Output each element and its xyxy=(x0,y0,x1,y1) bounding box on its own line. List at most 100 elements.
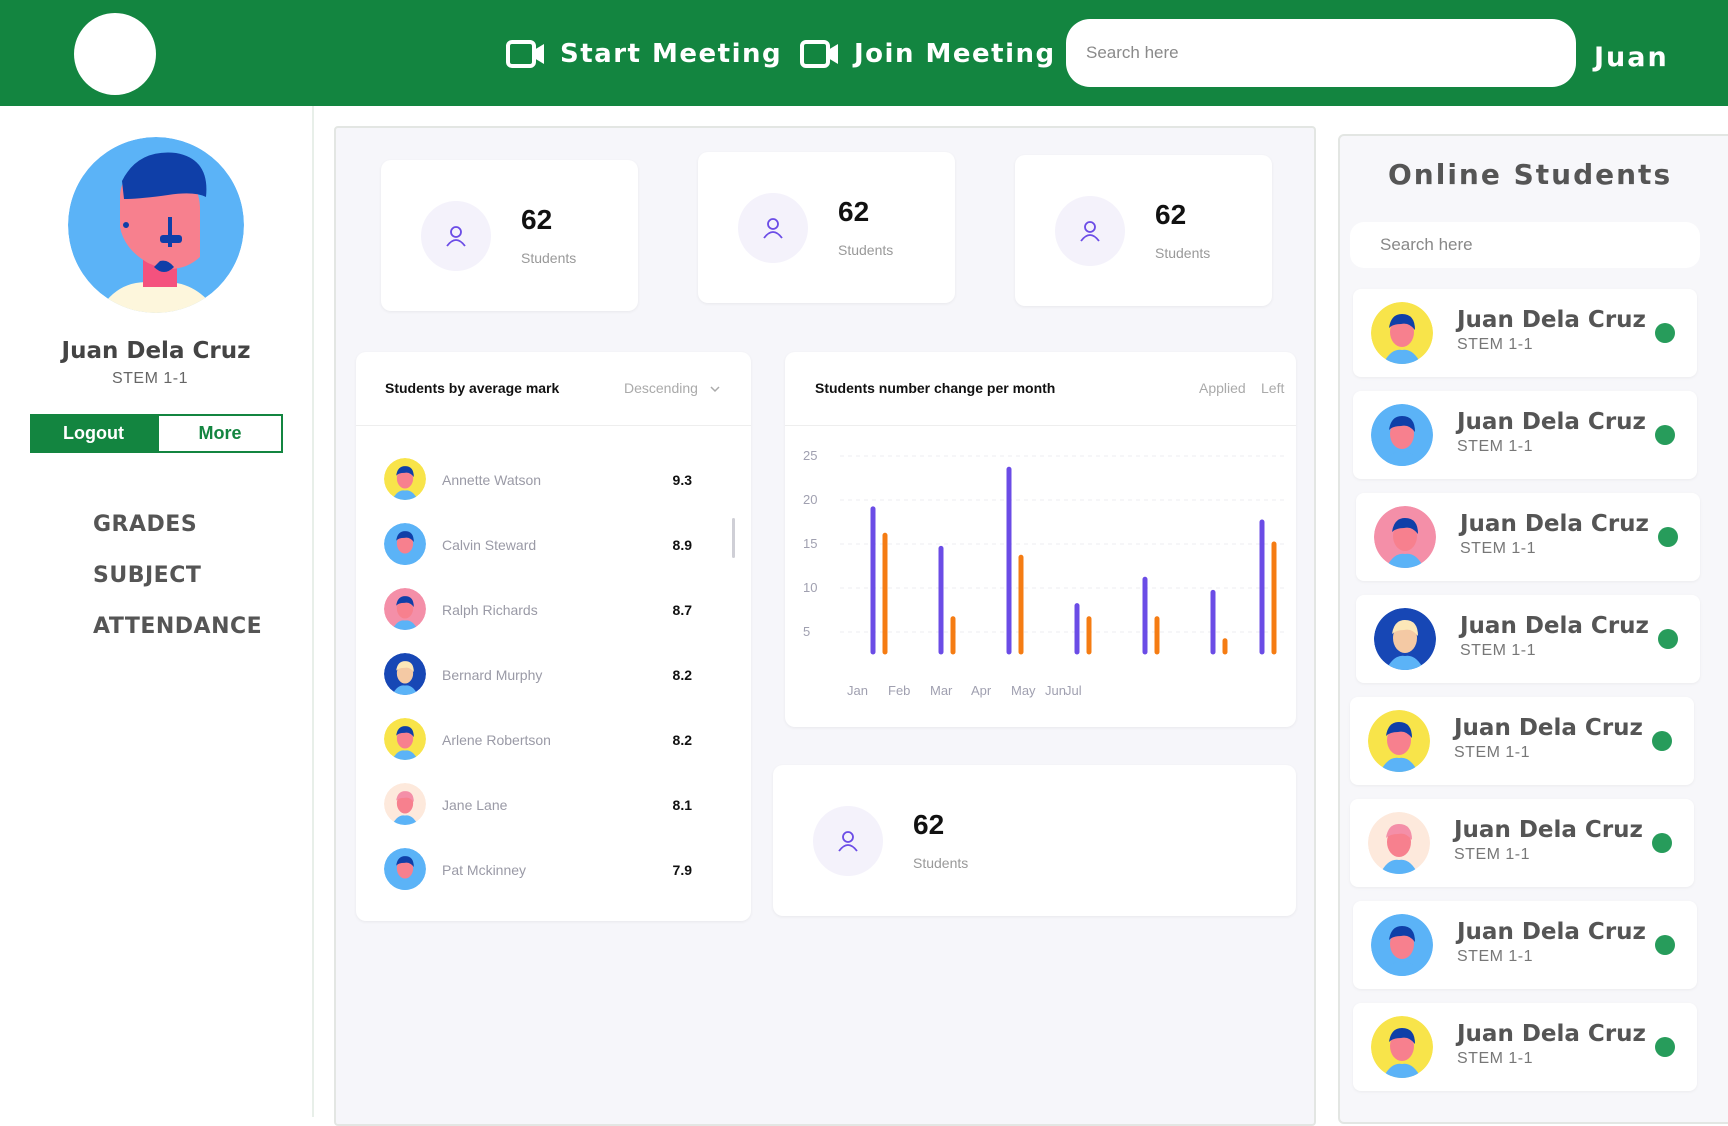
y-tick-label: 20 xyxy=(803,492,817,507)
student-score: 8.2 xyxy=(672,667,692,683)
student-name: Ralph Richards xyxy=(442,602,538,618)
current-user-name[interactable]: Juan xyxy=(1594,42,1669,73)
student-avatar xyxy=(384,653,426,695)
stat-card: 62 Students xyxy=(698,152,955,303)
logo[interactable] xyxy=(74,13,156,95)
online-student-item[interactable]: Juan Dela Cruz STEM 1-1 xyxy=(1353,1003,1697,1091)
nav-grades[interactable]: GRADES xyxy=(93,512,197,537)
profile-avatar xyxy=(68,137,244,313)
student-class: STEM 1-1 xyxy=(1457,438,1534,455)
online-status-dot xyxy=(1658,629,1678,649)
online-status-dot xyxy=(1655,935,1675,955)
stat-label: Students xyxy=(913,855,969,871)
stat-value: 62 xyxy=(521,204,553,235)
student-avatar xyxy=(1374,608,1436,670)
student-name: Juan Dela Cruz xyxy=(1457,919,1646,945)
online-search-input[interactable] xyxy=(1350,222,1700,268)
student-class: STEM 1-1 xyxy=(1454,846,1531,863)
average-mark-card: Students by average mark Descending Anne… xyxy=(356,352,751,921)
online-status-dot xyxy=(1658,527,1678,547)
student-name: Juan Dela Cruz xyxy=(1457,409,1646,435)
student-name: Juan Dela Cruz xyxy=(1460,511,1649,537)
user-icon xyxy=(446,226,466,247)
student-avatar xyxy=(1368,710,1430,772)
student-name: Juan Dela Cruz xyxy=(1454,715,1643,741)
stat-icon-circle xyxy=(738,193,808,263)
online-status-dot xyxy=(1652,833,1672,853)
student-name: Annette Watson xyxy=(442,472,542,488)
online-student-item[interactable]: Juan Dela Cruz STEM 1-1 xyxy=(1356,493,1700,581)
x-tick-label: Feb xyxy=(888,683,910,698)
stat-value: 62 xyxy=(1155,199,1187,230)
video-camera-icon xyxy=(800,40,838,68)
student-class: STEM 1-1 xyxy=(1460,540,1537,557)
logout-button[interactable]: Logout xyxy=(30,414,157,453)
sort-dropdown[interactable]: Descending xyxy=(624,380,720,396)
x-tick-label: Jan xyxy=(847,683,868,698)
user-icon xyxy=(838,831,858,852)
online-status-dot xyxy=(1655,323,1675,343)
list-item[interactable]: Jane Lane 8.1 xyxy=(384,783,714,827)
online-student-item[interactable]: Juan Dela Cruz STEM 1-1 xyxy=(1353,901,1697,989)
student-avatar xyxy=(384,523,426,565)
student-avatar xyxy=(1371,1016,1433,1078)
list-item[interactable]: Ralph Richards 8.7 xyxy=(384,588,714,632)
stat-label: Students xyxy=(521,250,577,266)
stat-icon-circle xyxy=(421,201,491,271)
student-name: Bernard Murphy xyxy=(442,667,543,683)
nav-attendance[interactable]: ATTENDANCE xyxy=(93,614,262,639)
nav-subject[interactable]: SUBJECT xyxy=(93,563,201,588)
start-meeting-button[interactable]: Start Meeting xyxy=(506,34,782,74)
online-student-item[interactable]: Juan Dela Cruz STEM 1-1 xyxy=(1356,595,1700,683)
list-scrollbar[interactable] xyxy=(732,518,735,558)
list-item[interactable]: Annette Watson 9.3 xyxy=(384,458,714,502)
profile-name: Juan Dela Cruz xyxy=(61,338,251,364)
student-name: Juan Dela Cruz xyxy=(1460,613,1649,639)
student-class: STEM 1-1 xyxy=(1457,1050,1534,1067)
list-item[interactable]: Pat Mckinney 7.9 xyxy=(384,848,714,892)
stat-card: 62 Students xyxy=(381,160,638,311)
x-tick-label: Jul xyxy=(1065,683,1082,698)
divider xyxy=(356,425,751,426)
user-icon xyxy=(763,218,783,239)
x-tick-label: May xyxy=(1011,683,1036,698)
online-status-dot xyxy=(1652,731,1672,751)
x-tick-label: Apr xyxy=(971,683,992,698)
stat-card: 62 Students xyxy=(1015,155,1272,306)
online-student-item[interactable]: Juan Dela Cruz STEM 1-1 xyxy=(1350,697,1694,785)
user-icon xyxy=(1080,221,1100,242)
y-tick-label: 25 xyxy=(803,448,817,463)
sort-dropdown-label: Descending xyxy=(624,380,698,396)
stat-icon-circle xyxy=(1055,196,1125,266)
top-search-input[interactable] xyxy=(1066,19,1576,87)
student-name: Juan Dela Cruz xyxy=(1457,1021,1646,1047)
y-tick-label: 10 xyxy=(803,580,817,595)
student-score: 7.9 xyxy=(672,862,692,878)
student-score: 8.7 xyxy=(672,602,692,618)
stat-value: 62 xyxy=(838,196,870,227)
student-name: Juan Dela Cruz xyxy=(1457,307,1646,333)
start-meeting-label: Start Meeting xyxy=(560,39,783,69)
online-student-item[interactable]: Juan Dela Cruz STEM 1-1 xyxy=(1353,289,1697,377)
chevron-down-icon xyxy=(710,386,720,393)
student-avatar xyxy=(384,718,426,760)
student-avatar xyxy=(1371,302,1433,364)
student-name: Juan Dela Cruz xyxy=(1454,817,1643,843)
online-student-item[interactable]: Juan Dela Cruz STEM 1-1 xyxy=(1350,799,1694,887)
student-class: STEM 1-1 xyxy=(1457,336,1534,353)
profile-class: STEM 1-1 xyxy=(111,370,188,387)
y-tick-label: 15 xyxy=(803,536,817,551)
student-avatar xyxy=(1368,812,1430,874)
student-avatar xyxy=(384,783,426,825)
student-class: STEM 1-1 xyxy=(1454,744,1531,761)
list-item[interactable]: Bernard Murphy 8.2 xyxy=(384,653,714,697)
student-score: 9.3 xyxy=(672,472,692,488)
join-meeting-button[interactable]: Join Meeting xyxy=(800,34,1056,74)
student-name: Calvin Steward xyxy=(442,537,537,553)
list-item[interactable]: Arlene Robertson 8.2 xyxy=(384,718,714,762)
list-item[interactable]: Calvin Steward 8.9 xyxy=(384,523,714,567)
student-score: 8.2 xyxy=(672,732,692,748)
more-button[interactable]: More xyxy=(157,414,283,453)
chart-card: Students number change per month Applied… xyxy=(785,352,1296,727)
online-student-item[interactable]: Juan Dela Cruz STEM 1-1 xyxy=(1353,391,1697,479)
